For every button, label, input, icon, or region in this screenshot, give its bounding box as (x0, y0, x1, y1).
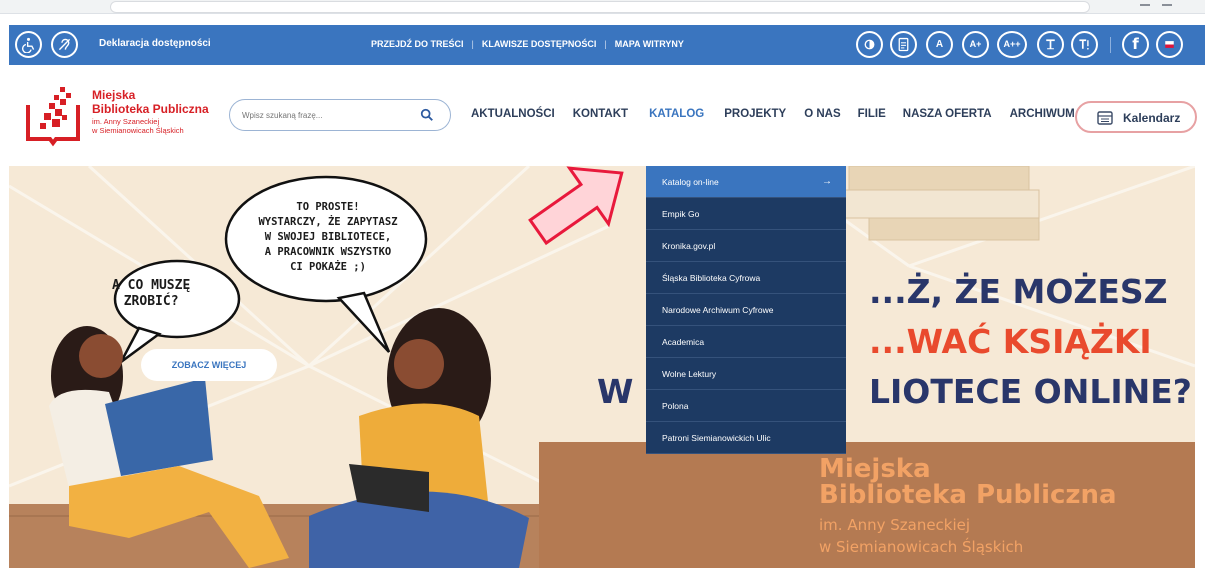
accessibility-declaration-link[interactable]: Deklaracja dostępności (99, 38, 211, 49)
menu-item-slaska-biblioteka[interactable]: Śląska Biblioteka Cyfrowa (646, 262, 846, 294)
speech-line: ZROBIĆ? (123, 294, 179, 309)
speech-line: CI POKAŻE ;) (290, 261, 366, 273)
keyboard-shortcuts-link[interactable]: KLAWISZE DOSTĘPNOŚCI (482, 39, 597, 49)
logo-text-line4: w Siemianowicach Śląskich (92, 126, 184, 135)
nav-item-catalog[interactable]: KATALOG (649, 108, 704, 120)
hero-logo-line: w Siemianowicach Śląskich (819, 538, 1024, 556)
hero-headline-line1: ...Ż, ŻE MOŻESZ (869, 272, 1168, 311)
hearing-icon[interactable] (51, 31, 78, 58)
menu-item-kronika[interactable]: Kronika.gov.pl (646, 230, 846, 262)
skip-to-content-link[interactable]: PRZEJDŹ DO TREŚCI (371, 39, 464, 49)
library-logo[interactable]: Miejska Biblioteka Publiczna im. Anny Sz… (22, 85, 212, 147)
menu-item-label: Polona (662, 401, 689, 411)
menu-item-label: Academica (662, 337, 705, 347)
wheelchair-icon[interactable] (15, 31, 42, 58)
menu-item-label: Narodowe Archiwum Cyfrowe (662, 305, 774, 315)
menu-item-wolne-lektury[interactable]: Wolne Lektury (646, 358, 846, 390)
text-spacing-icon[interactable] (1037, 31, 1064, 58)
facebook-icon[interactable]: f (1122, 31, 1149, 58)
hero-logo-line: Biblioteka Publiczna (819, 480, 1117, 510)
speech-line: A CO MUSZĘ (112, 278, 191, 293)
speech-bubble-large: TO PROSTE! WYSTARCZY, ŻE ZAPYTASZ W SWOJ… (233, 200, 423, 275)
logo-text-subtitle: im. Anny Szaneckiej w Siemianowicach Ślą… (92, 117, 184, 135)
menu-item-label: Kronika.gov.pl (662, 241, 716, 251)
site-map-link[interactable]: MAPA WITRYNY (615, 39, 684, 49)
hero-logo-line: Miejska (819, 454, 931, 484)
minimize-icon[interactable] (1140, 4, 1150, 10)
document-icon[interactable] (890, 31, 917, 58)
divider: | (471, 39, 474, 49)
nav-item-archive[interactable]: ARCHIWUM (1010, 108, 1075, 120)
calendar-label: Kalendarz (1123, 111, 1181, 125)
maximize-icon[interactable] (1162, 4, 1172, 10)
divider: | (604, 39, 607, 49)
logo-text-line1: Miejska (92, 88, 136, 102)
logo-text-line3: im. Anny Szaneckiej (92, 117, 160, 126)
hero-logo-line: im. Anny Szaneckiej (819, 516, 971, 534)
divider (1110, 37, 1111, 53)
nav-item-contact[interactable]: KONTAKT (573, 108, 628, 120)
hero-logo-subtitle: im. Anny Szaneckiej w Siemianowicach Ślą… (819, 514, 1023, 558)
address-bar[interactable] (110, 1, 1090, 13)
hero-banner: A CO MUSZĘ ZROBIĆ? TO PROSTE! WYSTARCZY,… (9, 166, 1195, 568)
hero-headline-line3-end: LIOTECE ONLINE? (869, 372, 1192, 411)
font-size-large-button[interactable]: A+ (962, 31, 989, 58)
nav-item-projects[interactable]: PROJEKTY (724, 108, 786, 120)
catalog-dropdown-menu: Katalog on-line → Empik Go Kronika.gov.p… (646, 166, 846, 454)
nav-item-branches[interactable]: FILIE (858, 108, 886, 120)
arrow-right-icon: → (822, 176, 832, 187)
speech-line: A PRACOWNIK WSZYSTKO (264, 246, 392, 258)
menu-item-label: Śląska Biblioteka Cyfrowa (662, 273, 761, 283)
nav-item-about[interactable]: O NAS (804, 108, 840, 120)
accessibility-bar: Deklaracja dostępności PRZEJDŹ DO TREŚCI… (9, 25, 1205, 65)
text-size-toggle-icon[interactable] (1071, 31, 1098, 58)
menu-item-polona[interactable]: Polona (646, 390, 846, 422)
library-logo-icon (26, 87, 80, 147)
menu-item-academica[interactable]: Academica (646, 326, 846, 358)
see-more-button[interactable]: ZOBACZ WIĘCEJ (141, 349, 277, 381)
skip-links: PRZEJDŹ DO TREŚCI | KLAWISZE DOSTĘPNOŚCI… (371, 39, 684, 49)
menu-item-label: Empik Go (662, 209, 700, 219)
menu-item-katalog-online[interactable]: Katalog on-line → (646, 166, 846, 198)
calendar-button[interactable]: Kalendarz (1075, 101, 1197, 133)
menu-item-narodowe-archiwum[interactable]: Narodowe Archiwum Cyfrowe (646, 294, 846, 326)
nav-item-news[interactable]: AKTUALNOŚCI (471, 108, 555, 120)
menu-item-label: Patroni Siemianowickich Ulic (662, 433, 771, 443)
hero-headline-line2: ...WAĆ KSIĄŻKI (869, 322, 1152, 361)
browser-chrome (0, 0, 1205, 14)
menu-item-label: Wolne Lektury (662, 369, 717, 379)
menu-item-label: Katalog on-line (662, 177, 719, 187)
page: Deklaracja dostępności PRZEJDŹ DO TREŚCI… (0, 0, 1205, 568)
speech-line: TO PROSTE! (296, 201, 360, 213)
font-size-xlarge-button[interactable]: A++ (997, 31, 1027, 58)
menu-item-patroni[interactable]: Patroni Siemianowickich Ulic (646, 422, 846, 454)
font-size-normal-button[interactable]: A (926, 31, 953, 58)
hero-logo-text: Miejska Biblioteka Publiczna (819, 456, 1117, 508)
logo-text-line2: Biblioteka Publiczna (92, 102, 209, 116)
contrast-icon[interactable] (856, 31, 883, 58)
speech-line: W SWOJEJ BIBLIOTECE, (264, 231, 392, 243)
nav-item-offer[interactable]: NASZA OFERTA (903, 108, 992, 120)
search-icon[interactable] (420, 108, 434, 122)
polish-flag-icon[interactable] (1156, 31, 1183, 58)
calendar-icon (1097, 111, 1113, 125)
speech-line: WYSTARCZY, ŻE ZAPYTASZ (258, 216, 398, 228)
menu-item-empik-go[interactable]: Empik Go (646, 198, 846, 230)
main-navigation: AKTUALNOŚCI KONTAKT KATALOG PROJEKTY O N… (471, 108, 1075, 120)
speech-bubble-small: A CO MUSZĘ ZROBIĆ? (112, 278, 190, 310)
search-box (229, 99, 451, 131)
search-input[interactable] (242, 106, 412, 124)
